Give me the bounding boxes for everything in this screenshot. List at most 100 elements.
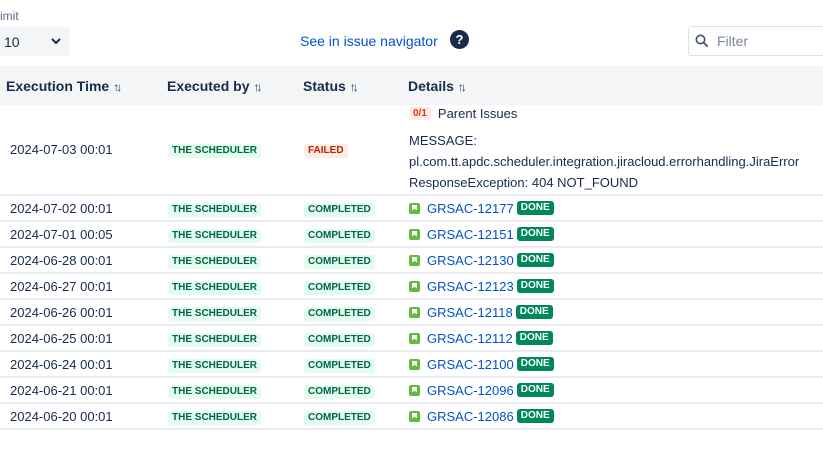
story-icon[interactable] bbox=[409, 202, 420, 214]
status-badge-completed: COMPLETED bbox=[304, 332, 375, 347]
issue-count-badge: 0/1 bbox=[409, 107, 431, 120]
details-cell: GRSAC-12100 DONE bbox=[408, 351, 823, 378]
table-row: 2024-07-02 00:01 THE SCHEDULER COMPLETED… bbox=[0, 195, 823, 222]
table-row: 2024-06-20 00:01 THE SCHEDULER COMPLETED… bbox=[0, 403, 823, 430]
error-message-line-2: ResponseException: 404 NOT_FOUND bbox=[409, 175, 639, 190]
table-row: 2024-06-26 00:01 THE SCHEDULER COMPLETED… bbox=[0, 299, 823, 326]
executor-badge: THE SCHEDULER bbox=[168, 228, 262, 243]
executor-badge: THE SCHEDULER bbox=[168, 384, 262, 399]
issue-status-badge: DONE bbox=[516, 409, 554, 423]
execution-time: 2024-06-28 00:01 bbox=[0, 247, 167, 274]
issue-key-link[interactable]: GRSAC-12096 bbox=[427, 383, 514, 398]
table-row: 2024-06-21 00:01 THE SCHEDULER COMPLETED… bbox=[0, 377, 823, 404]
issue-reference: GRSAC-12086 DONE bbox=[409, 409, 822, 424]
execution-time: 2024-07-03 00:01 bbox=[0, 105, 167, 196]
table-header-row: Execution Time ↑↓ Executed by ↑↓ Status ↑↓ … bbox=[0, 66, 823, 105]
chevron-down-icon bbox=[51, 38, 61, 45]
status-badge-completed: COMPLETED bbox=[304, 384, 375, 399]
execution-time: 2024-06-20 00:01 bbox=[0, 403, 167, 430]
issue-status-badge: DONE bbox=[516, 253, 554, 267]
limit-select[interactable]: 10 bbox=[0, 27, 70, 56]
table-body: 2024-07-03 00:01 THE SCHEDULER FAILED 0/… bbox=[0, 105, 823, 430]
status-badge-completed: COMPLETED bbox=[304, 358, 375, 373]
details-cell: GRSAC-12086 DONE bbox=[408, 403, 823, 430]
details-cell: GRSAC-12151 DONE bbox=[408, 221, 823, 248]
issue-key-link[interactable]: GRSAC-12118 bbox=[427, 305, 513, 320]
error-message-line-1: pl.com.tt.apdc.scheduler.integration.jir… bbox=[409, 154, 800, 169]
details-cell: GRSAC-12118 DONE bbox=[408, 299, 823, 326]
issue-key-link[interactable]: GRSAC-12112 bbox=[427, 331, 513, 346]
executor-badge: THE SCHEDULER bbox=[168, 144, 262, 158]
story-icon[interactable] bbox=[409, 384, 420, 396]
status-badge-completed: COMPLETED bbox=[304, 280, 375, 295]
issue-key-link[interactable]: GRSAC-12100 bbox=[427, 357, 514, 372]
column-header-execution-time[interactable]: Execution Time ↑↓ bbox=[0, 66, 167, 105]
search-icon bbox=[695, 34, 709, 48]
sort-arrows-icon: ↑↓ bbox=[113, 79, 122, 94]
issue-key-link[interactable]: GRSAC-12177 bbox=[427, 201, 514, 216]
issue-key-link[interactable]: GRSAC-12130 bbox=[427, 253, 514, 268]
executor-badge: THE SCHEDULER bbox=[168, 410, 262, 425]
column-header-executed-by[interactable]: Executed by ↑↓ bbox=[167, 66, 303, 105]
issue-navigator-link[interactable]: See in issue navigator bbox=[300, 33, 438, 49]
table-row: 2024-06-27 00:01 THE SCHEDULER COMPLETED… bbox=[0, 273, 823, 300]
issue-key-link[interactable]: GRSAC-12151 bbox=[427, 227, 514, 242]
executor-badge: THE SCHEDULER bbox=[168, 254, 262, 269]
issue-key-link[interactable]: GRSAC-12086 bbox=[427, 409, 514, 424]
story-icon[interactable] bbox=[409, 228, 420, 240]
executor-badge: THE SCHEDULER bbox=[168, 280, 262, 295]
details-cell: GRSAC-12177 DONE bbox=[408, 195, 823, 222]
execution-time: 2024-06-24 00:01 bbox=[0, 351, 167, 378]
story-icon[interactable] bbox=[409, 254, 420, 266]
issue-status-badge: DONE bbox=[516, 227, 554, 241]
sort-arrows-icon: ↑↓ bbox=[457, 79, 467, 94]
parent-issues-summary: 0/1 Parent Issues bbox=[409, 106, 822, 121]
executor-badge: THE SCHEDULER bbox=[168, 306, 262, 321]
status-badge-completed: COMPLETED bbox=[304, 228, 375, 243]
status-badge-failed: FAILED bbox=[304, 144, 348, 158]
help-icon[interactable]: ? bbox=[450, 30, 469, 49]
issue-reference: GRSAC-12151 DONE bbox=[409, 227, 822, 242]
table-row: 2024-07-01 00:05 THE SCHEDULER COMPLETED… bbox=[0, 221, 823, 248]
story-icon[interactable] bbox=[409, 306, 420, 318]
executions-table: Execution Time ↑↓ Executed by ↑↓ Status ↑↓ … bbox=[0, 66, 823, 430]
execution-time: 2024-06-27 00:01 bbox=[0, 273, 167, 300]
story-icon[interactable] bbox=[409, 358, 420, 370]
table-row: 2024-06-28 00:01 THE SCHEDULER COMPLETED… bbox=[0, 247, 823, 274]
details-cell: GRSAC-12123 DONE bbox=[408, 273, 823, 300]
column-header-status[interactable]: Status ↑↓ bbox=[303, 66, 408, 105]
status-badge-completed: COMPLETED bbox=[304, 306, 375, 321]
error-message-label: MESSAGE: bbox=[409, 133, 477, 148]
details-cell: GRSAC-12130 DONE bbox=[408, 247, 823, 274]
issue-status-badge: DONE bbox=[516, 279, 554, 293]
execution-time: 2024-07-01 00:05 bbox=[0, 221, 167, 248]
execution-time: 2024-07-02 00:01 bbox=[0, 195, 167, 222]
column-header-details[interactable]: Details ↑↓ bbox=[408, 66, 823, 105]
issue-reference: GRSAC-12177 DONE bbox=[409, 201, 822, 216]
issue-reference: GRSAC-12123 DONE bbox=[409, 279, 822, 294]
table-row: 2024-06-25 00:01 THE SCHEDULER COMPLETED… bbox=[0, 325, 823, 352]
issue-status-badge: DONE bbox=[516, 357, 554, 371]
execution-time: 2024-06-25 00:01 bbox=[0, 325, 167, 352]
story-icon[interactable] bbox=[409, 332, 420, 344]
filter-input[interactable] bbox=[715, 32, 819, 50]
sort-arrows-icon: ↑↓ bbox=[349, 79, 359, 94]
status-badge-completed: COMPLETED bbox=[304, 202, 375, 217]
issue-reference: GRSAC-12096 DONE bbox=[409, 383, 822, 398]
issue-status-badge: DONE bbox=[515, 305, 553, 319]
parent-issues-label: Parent Issues bbox=[437, 106, 518, 121]
story-icon[interactable] bbox=[409, 410, 420, 422]
executor-badge: THE SCHEDULER bbox=[168, 202, 262, 217]
story-icon[interactable] bbox=[409, 280, 420, 292]
executor-badge: THE SCHEDULER bbox=[168, 332, 262, 347]
status-badge-completed: COMPLETED bbox=[304, 410, 375, 425]
limit-value: 10 bbox=[4, 33, 20, 50]
filter-box[interactable] bbox=[688, 26, 823, 56]
issue-reference: GRSAC-12118 DONE bbox=[409, 305, 822, 320]
issue-key-link[interactable]: GRSAC-12123 bbox=[427, 279, 514, 294]
limit-label: imit bbox=[0, 9, 19, 23]
issue-reference: GRSAC-12130 DONE bbox=[409, 253, 822, 268]
execution-time: 2024-06-26 00:01 bbox=[0, 299, 167, 326]
issue-status-badge: DONE bbox=[515, 331, 553, 345]
issue-reference: GRSAC-12100 DONE bbox=[409, 357, 822, 372]
